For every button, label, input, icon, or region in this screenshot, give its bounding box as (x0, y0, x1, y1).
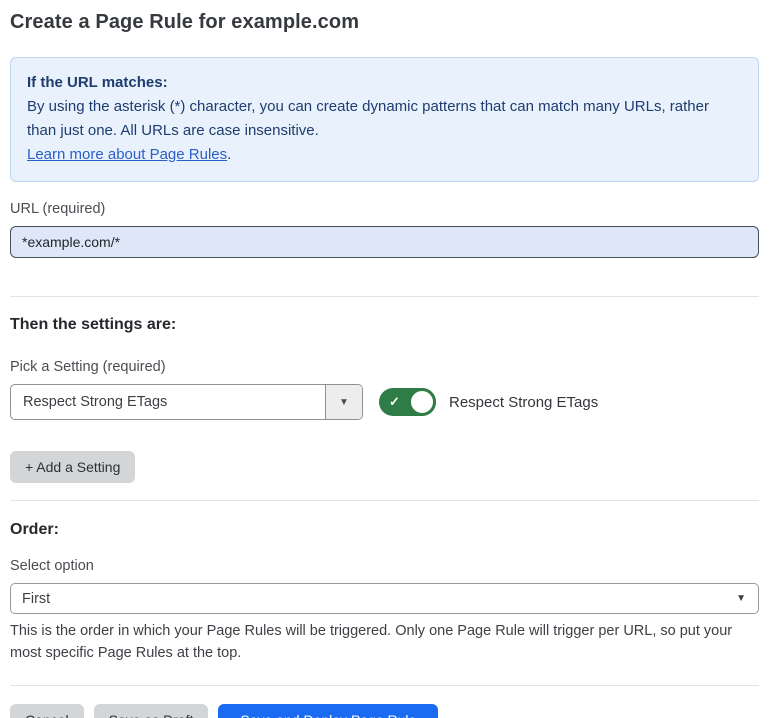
order-select-label: Select option (10, 558, 759, 574)
footer-actions: Cancel Save as Draft Save and Deploy Pag… (10, 704, 759, 718)
divider (10, 296, 759, 297)
settings-section-heading: Then the settings are: (10, 316, 759, 334)
save-as-draft-button[interactable]: Save as Draft (94, 704, 209, 718)
order-help-text: This is the order in which your Page Rul… (10, 620, 759, 664)
toggle-knob (408, 388, 436, 416)
cancel-button[interactable]: Cancel (10, 704, 84, 718)
url-field-label: URL (required) (10, 201, 759, 217)
check-icon: ✓ (389, 394, 400, 410)
divider (10, 685, 759, 686)
setting-dropdown-value: Respect Strong ETags (11, 385, 325, 419)
chevron-down-icon: ▼ (339, 397, 349, 408)
order-select-value: First (11, 591, 736, 607)
info-box-heading: If the URL matches: (27, 71, 742, 95)
url-input[interactable] (10, 226, 759, 258)
order-section-heading: Order: (10, 521, 759, 539)
page-title: Create a Page Rule for example.com (10, 9, 759, 36)
url-match-info-box: If the URL matches: By using the asteris… (10, 57, 759, 182)
toggle-label: Respect Strong ETags (449, 394, 598, 411)
respect-strong-etags-toggle[interactable]: ✓ (379, 388, 436, 416)
learn-more-link[interactable]: Learn more about Page Rules (27, 146, 227, 163)
add-setting-button[interactable]: + Add a Setting (10, 451, 135, 483)
save-and-deploy-button[interactable]: Save and Deploy Page Rule (218, 704, 438, 718)
divider (10, 500, 759, 501)
setting-dropdown-arrow-button[interactable]: ▼ (325, 385, 362, 419)
info-box-body: By using the asterisk (*) character, you… (27, 95, 742, 143)
chevron-down-icon: ▼ (736, 593, 758, 604)
setting-row: Respect Strong ETags ▼ ✓ Respect Strong … (10, 384, 759, 420)
pick-setting-label: Pick a Setting (required) (10, 359, 759, 375)
info-box-link-line: Learn more about Page Rules. (27, 143, 742, 167)
link-period: . (227, 146, 231, 163)
setting-dropdown[interactable]: Respect Strong ETags ▼ (10, 384, 363, 420)
order-select[interactable]: First ▼ (10, 583, 759, 614)
